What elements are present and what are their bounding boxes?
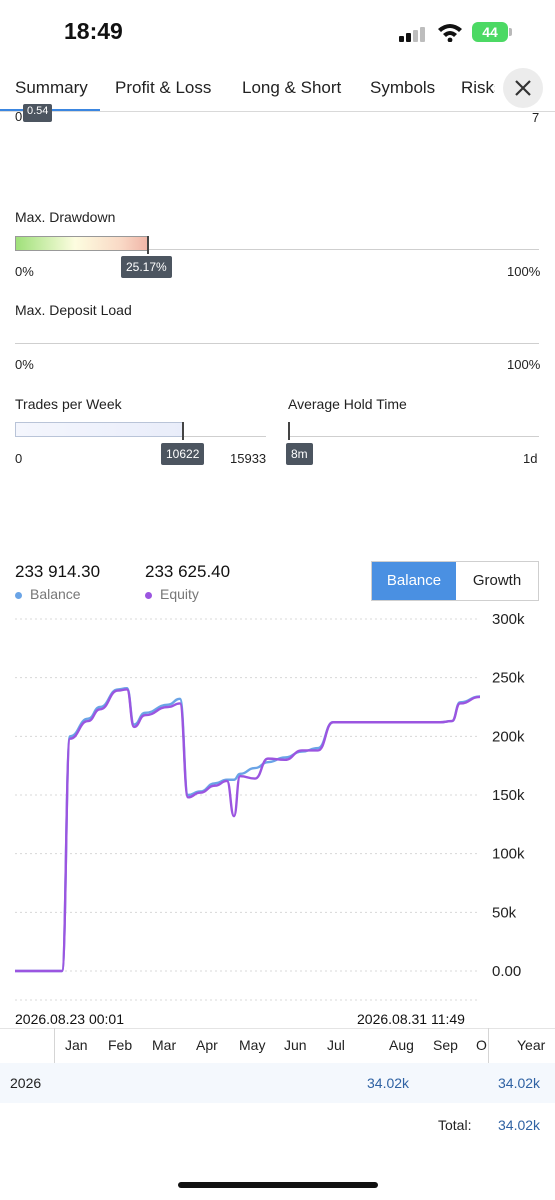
series-line-balance <box>15 687 481 973</box>
max-deposit-load-max: 100% <box>507 357 541 372</box>
max-drawdown-marker <box>147 236 149 254</box>
equity-legend: Equity <box>145 586 199 602</box>
tab-risks[interactable]: Risks <box>461 78 495 98</box>
month-mar: Mar <box>152 1037 177 1053</box>
max-deposit-load-track <box>15 343 539 344</box>
close-icon <box>515 80 531 96</box>
max-drawdown-value: 25.17% <box>121 256 172 278</box>
equity-legend-label: Equity <box>160 586 199 602</box>
balance-value: 233 914.30 <box>15 562 101 581</box>
month-may: May <box>239 1037 266 1053</box>
tab-summary[interactable]: Summary <box>15 78 88 98</box>
close-button[interactable] <box>503 68 543 108</box>
year-label-2026: 2026 <box>10 1075 42 1091</box>
balance-legend-label: Balance <box>30 586 81 602</box>
y-tick-label: 300k <box>492 611 525 628</box>
average-hold-time-track <box>288 436 539 437</box>
partial-tooltip: 0.54 <box>23 104 53 122</box>
month-jul: Jul <box>327 1037 345 1053</box>
series-line-equity <box>15 688 481 973</box>
total-value: 34.02k <box>498 1117 541 1133</box>
trades-per-week-max: 15933 <box>230 451 267 466</box>
partial-min-label: 0 <box>15 112 23 122</box>
tab-bar: Summary Profit & Loss Long & Short Symbo… <box>0 66 555 112</box>
table-top-divider <box>0 1028 555 1029</box>
y-tick-label: 250k <box>492 670 525 687</box>
max-drawdown-min: 0% <box>15 264 34 279</box>
trades-per-week-fill <box>15 422 183 437</box>
year-header: Year <box>517 1037 546 1053</box>
year-2026-value[interactable]: 34.02k <box>498 1075 540 1091</box>
cellular-signal-icon <box>399 26 427 42</box>
balance-equity-chart[interactable]: 300k 250k 200k 150k 100k 50k 0.00 <box>0 605 555 1005</box>
table-row-2026 <box>0 1063 555 1103</box>
average-hold-time-label: Average Hold Time <box>288 396 407 412</box>
month-jan: Jan <box>65 1037 88 1053</box>
average-hold-time-marker <box>288 422 290 440</box>
chart-start-date: 2026.08.23 00:01 <box>15 1011 124 1027</box>
y-tick-label: 150k <box>492 787 525 804</box>
partial-max-label: 7 <box>532 110 540 125</box>
max-deposit-load-min: 0% <box>15 357 34 372</box>
month-jun: Jun <box>284 1037 307 1053</box>
chart-mode-toggle: Balance Growth <box>371 561 539 601</box>
max-drawdown-fill <box>15 236 148 251</box>
balance-legend: Balance <box>15 586 81 602</box>
balance-toggle-button[interactable]: Balance <box>372 562 456 600</box>
month-oct: O <box>476 1037 487 1053</box>
tab-symbols[interactable]: Symbols <box>370 78 435 98</box>
month-sep: Sep <box>433 1037 458 1053</box>
balance-legend-dot <box>15 591 22 599</box>
tab-long-short[interactable]: Long & Short <box>242 78 341 98</box>
y-tick-label: 50k <box>492 904 517 921</box>
max-deposit-load-label: Max. Deposit Load <box>15 302 132 318</box>
tab-profit-loss[interactable]: Profit & Loss <box>115 78 211 98</box>
y-tick-label: 200k <box>492 728 525 745</box>
max-drawdown-max: 100% <box>507 264 541 279</box>
equity-value: 233 625.40 <box>145 562 231 581</box>
average-hold-time-value: 8m <box>286 443 313 465</box>
month-apr: Apr <box>196 1037 218 1053</box>
month-feb: Feb <box>108 1037 133 1053</box>
average-hold-time-max: 1d <box>523 451 538 466</box>
trades-per-week-min: 0 <box>15 451 23 466</box>
trades-per-week-value: 10622 <box>161 443 205 465</box>
battery-icon: 44 <box>472 22 508 42</box>
trades-per-week-marker <box>182 422 184 440</box>
total-label: Total: <box>438 1117 472 1133</box>
month-aug: Aug <box>389 1037 414 1053</box>
equity-legend-dot <box>145 591 152 599</box>
max-drawdown-label: Max. Drawdown <box>15 209 116 225</box>
status-time: 18:49 <box>64 18 123 44</box>
trades-per-week-label: Trades per Week <box>15 396 122 412</box>
aug-2026-value[interactable]: 34.02k <box>367 1075 409 1091</box>
growth-toggle-button[interactable]: Growth <box>456 562 538 600</box>
chart-end-date: 2026.08.31 11:49 <box>357 1011 465 1027</box>
home-indicator <box>178 1182 378 1188</box>
battery-tip <box>509 28 512 36</box>
y-tick-label: 0.00 <box>492 963 521 980</box>
wifi-icon <box>438 24 462 42</box>
y-tick-label: 100k <box>492 846 525 863</box>
